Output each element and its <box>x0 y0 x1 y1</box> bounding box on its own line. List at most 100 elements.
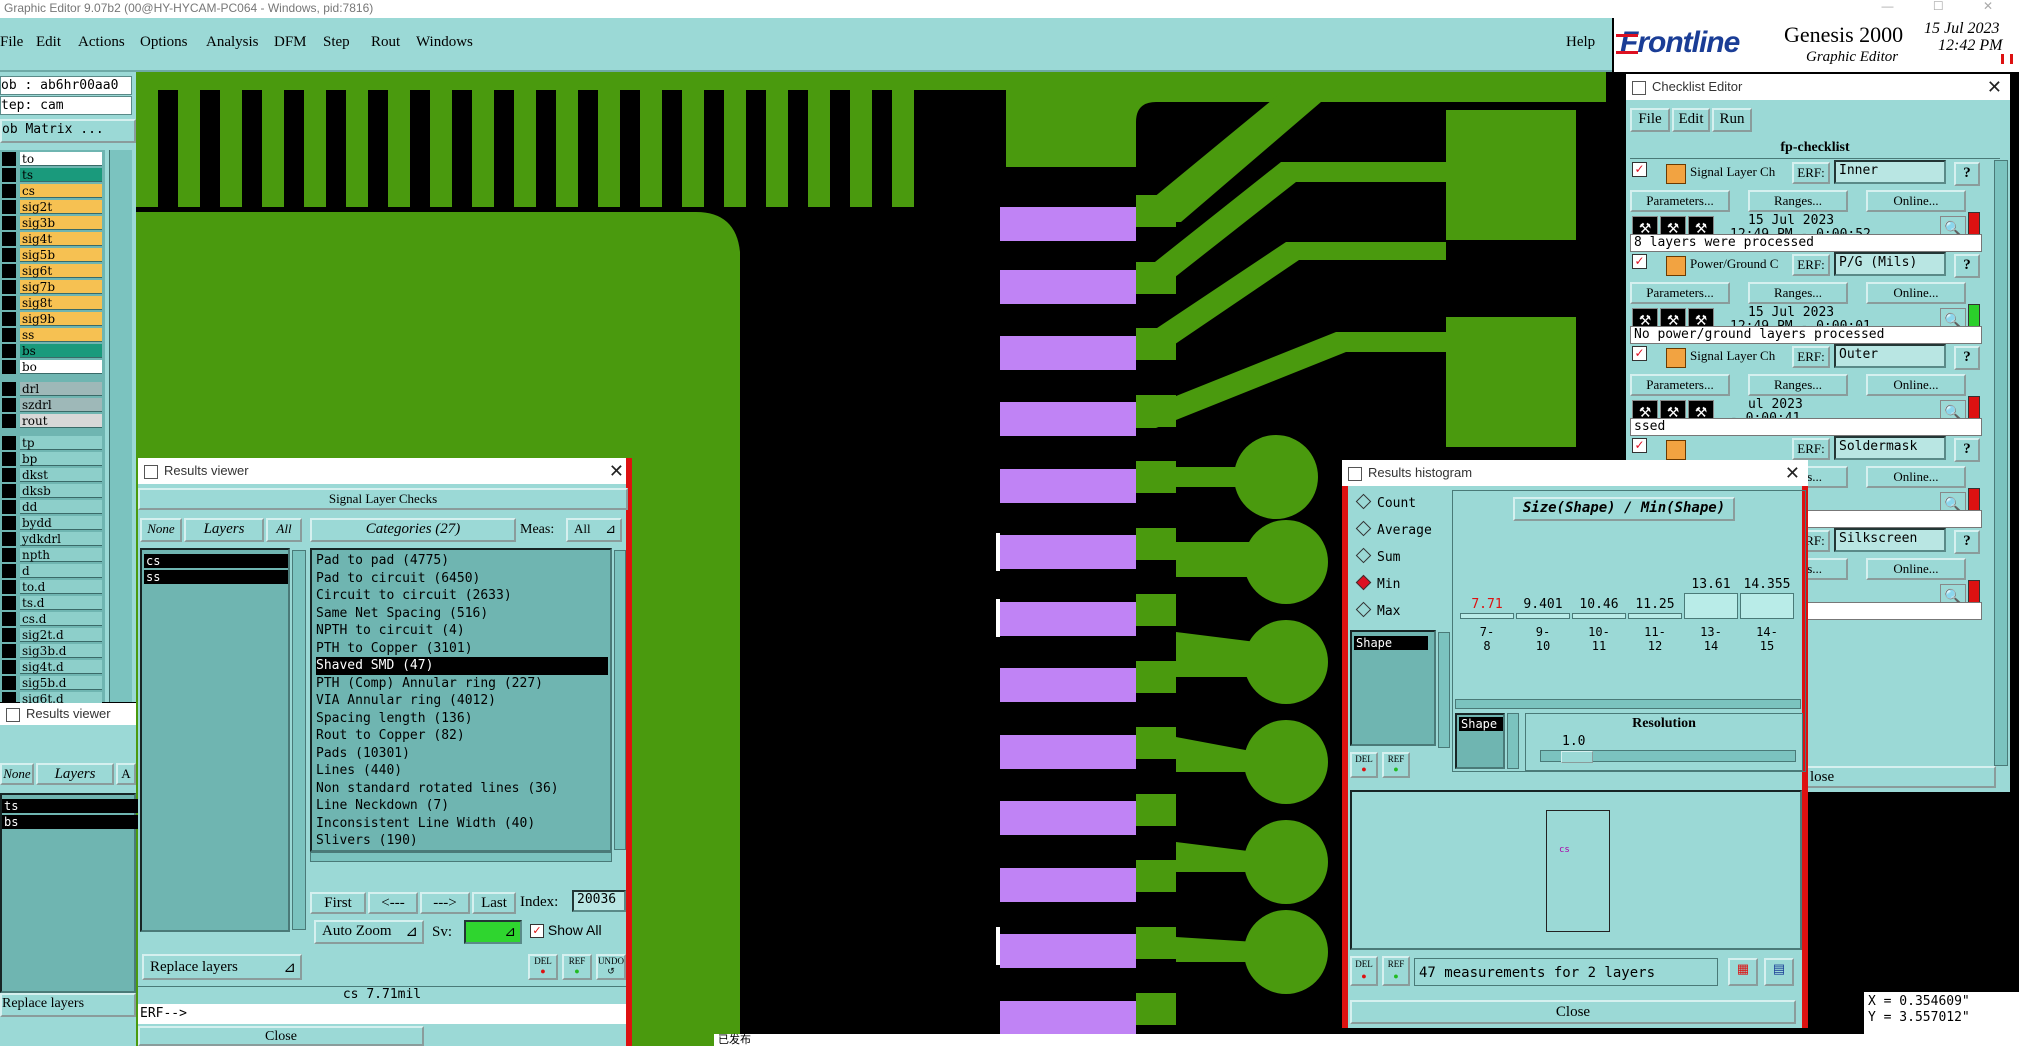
ranges-button[interactable]: Ranges... <box>1748 374 1848 396</box>
layer-item-to-d[interactable]: to.d <box>20 580 102 594</box>
layer-handle[interactable] <box>2 382 16 396</box>
layer-handle[interactable] <box>2 232 16 246</box>
check-help-button[interactable]: ? <box>1954 530 1980 554</box>
menu-windows[interactable]: Windows <box>416 34 473 51</box>
check-enable-checkbox[interactable]: ✓ <box>1632 438 1647 453</box>
check-help-button[interactable]: ? <box>1954 162 1980 186</box>
layer-handle[interactable] <box>2 516 16 530</box>
layer-item-bo[interactable]: bo <box>20 360 102 374</box>
prev-button[interactable]: <--- <box>368 892 418 914</box>
layer-item-sig5b-d[interactable]: sig5b.d <box>20 676 102 690</box>
layer-item-sig3b[interactable]: sig3b <box>20 216 102 230</box>
menu-options[interactable]: Options <box>140 34 188 51</box>
layer-item-ts[interactable]: ts <box>20 168 102 182</box>
layer-handle[interactable] <box>2 296 16 310</box>
category-list-scrollbar[interactable] <box>614 550 626 850</box>
parameters-button[interactable]: Parameters... <box>1630 190 1730 212</box>
radio-min[interactable]: Min <box>1355 574 1400 592</box>
layer-item[interactable]: cs <box>144 554 288 568</box>
none-button[interactable]: None <box>140 518 182 542</box>
menu-help[interactable]: Help <box>1566 34 1595 51</box>
check-enable-checkbox[interactable]: ✓ <box>1632 162 1647 177</box>
layer-handle[interactable] <box>2 414 16 428</box>
layer-item-sig4t[interactable]: sig4t <box>20 232 102 246</box>
layer-handle[interactable] <box>2 644 16 658</box>
menu-rout[interactable]: Rout <box>371 34 400 51</box>
last-button[interactable]: Last <box>472 892 516 914</box>
layer-handle[interactable] <box>2 264 16 278</box>
check-enable-checkbox[interactable]: ✓ <box>1632 346 1647 361</box>
layer-item-cs-d[interactable]: cs.d <box>20 612 102 626</box>
shape-item[interactable]: Shape <box>1354 636 1428 650</box>
first-button[interactable]: First <box>310 892 366 914</box>
layer-handle[interactable] <box>2 500 16 514</box>
category-item[interactable]: Slivers (190) <box>316 832 418 850</box>
layer-list-scrollbar[interactable] <box>109 150 132 702</box>
ce-menu-file[interactable]: File <box>1630 108 1670 132</box>
category-item[interactable]: PTH (Comp) Annular ring (227) <box>316 675 543 693</box>
pause-icon[interactable] <box>2001 54 2013 64</box>
category-item[interactable]: Pad to pad (4775) <box>316 552 449 570</box>
erf-field[interactable]: ERF--> <box>138 1004 626 1024</box>
layer-handle[interactable] <box>2 564 16 578</box>
radio-count[interactable]: Count <box>1355 493 1416 511</box>
layer-handle[interactable] <box>2 628 16 642</box>
ce-close-button[interactable]: lose <box>1802 766 1996 788</box>
histogram-side-scrollbar[interactable] <box>1438 632 1450 748</box>
close-icon[interactable]: ✕ <box>609 458 624 484</box>
layer-item-npth[interactable]: npth <box>20 548 102 562</box>
category-item[interactable]: Inconsistent Line Width (40) <box>316 815 535 833</box>
category-item[interactable]: Lines (440) <box>316 762 402 780</box>
category-item[interactable]: Shaved SMD (47) <box>316 657 608 675</box>
ref-button[interactable]: REF ● <box>562 954 592 980</box>
layer-item-sig4t-d[interactable]: sig4t.d <box>20 660 102 674</box>
menu-analysis[interactable]: Analysis <box>206 34 259 51</box>
layer-handle[interactable] <box>2 484 16 498</box>
bg-layer-item[interactable]: ts <box>2 799 138 813</box>
layer-item-ydkdrl[interactable]: ydkdrl <box>20 532 102 546</box>
menu-file[interactable]: File <box>0 34 23 51</box>
check-help-button[interactable]: ? <box>1954 254 1980 278</box>
replace-layers-select[interactable]: Replace layers ⊿ <box>142 954 302 980</box>
erf-select[interactable]: Outer <box>1834 344 1946 368</box>
layer-item-dksb[interactable]: dksb <box>20 484 102 498</box>
layer-handle[interactable] <box>2 184 16 198</box>
category-item[interactable]: NPTH to circuit (4) <box>316 622 465 640</box>
menu-dfm[interactable]: DFM <box>274 34 307 51</box>
layers-button[interactable]: Layers <box>184 518 264 542</box>
layer-handle[interactable] <box>2 360 16 374</box>
online-button[interactable]: Online... <box>1866 466 1966 488</box>
slider-thumb[interactable] <box>1561 751 1593 763</box>
layer-item[interactable]: ss <box>144 570 288 584</box>
layer-handle[interactable] <box>2 548 16 562</box>
checklist-scrollbar[interactable] <box>1994 160 2008 766</box>
layer-handle[interactable] <box>2 398 16 412</box>
layer-handle[interactable] <box>2 216 16 230</box>
layer-item-ts-d[interactable]: ts.d <box>20 596 102 610</box>
ranges-button[interactable]: Ranges... <box>1748 190 1848 212</box>
layer-item-tp[interactable]: tp <box>20 436 102 450</box>
shape-list-scrollbar[interactable] <box>1507 713 1519 769</box>
show-all-checkbox[interactable]: ✓ Show All <box>530 922 626 944</box>
menu-edit[interactable]: Edit <box>36 34 61 51</box>
layer-item-dkst[interactable]: dkst <box>20 468 102 482</box>
layer-item-to[interactable]: to <box>20 152 102 166</box>
category-item[interactable]: Pads (10301) <box>316 745 410 763</box>
erf-select[interactable]: Silkscreen <box>1834 528 1946 552</box>
histogram-bar[interactable] <box>1460 613 1514 619</box>
layer-handle[interactable] <box>2 532 16 546</box>
category-item[interactable]: Spacing length (136) <box>316 710 473 728</box>
layer-item-dd[interactable]: dd <box>20 500 102 514</box>
online-button[interactable]: Online... <box>1866 190 1966 212</box>
next-button[interactable]: ---> <box>420 892 470 914</box>
layer-handle[interactable] <box>2 660 16 674</box>
check-help-button[interactable]: ? <box>1954 438 1980 462</box>
import-icon[interactable]: ▤ <box>1764 958 1794 986</box>
category-item[interactable]: Rout to Copper (82) <box>316 727 465 745</box>
close-icon[interactable]: ✕ <box>1987 74 2002 100</box>
meas-select[interactable]: All ⊿ <box>566 518 622 542</box>
check-enable-checkbox[interactable]: ✓ <box>1632 254 1647 269</box>
histogram-bar[interactable] <box>1572 613 1626 619</box>
index-input[interactable]: 20036 <box>572 890 626 912</box>
layer-handle[interactable] <box>2 612 16 626</box>
